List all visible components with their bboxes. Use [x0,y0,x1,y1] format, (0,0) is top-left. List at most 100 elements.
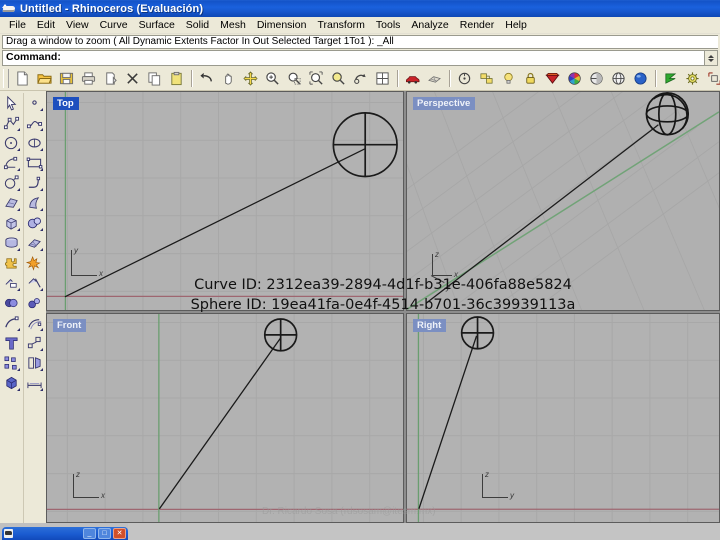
explode-icon[interactable] [24,253,45,273]
arc-icon[interactable] [1,153,22,173]
viewport-perspective[interactable]: z x y Perspective [406,91,720,311]
dimension-icon[interactable] [24,373,45,393]
command-input[interactable]: Command: [2,50,705,66]
surface-from-curves-icon[interactable] [1,193,22,213]
circle-icon[interactable] [1,133,22,153]
viewport-label-top[interactable]: Top [53,97,79,110]
copy-icon[interactable] [144,68,165,89]
curve-blend-icon[interactable] [24,173,45,193]
array-icon[interactable] [1,353,22,373]
menu-item-solid[interactable]: Solid [181,18,215,33]
point-icon[interactable] [24,93,45,113]
layer-icon[interactable] [476,68,497,89]
ellipse-center-icon[interactable] [24,133,45,153]
fillet-curve-icon[interactable] [1,313,22,333]
viewport-front[interactable]: z x Front [46,313,404,523]
close-button[interactable]: ✕ [113,528,126,539]
cut-icon[interactable] [100,68,121,89]
color-wheel-icon[interactable] [564,68,585,89]
surface-patch-icon[interactable] [24,233,45,253]
pan-hand-icon[interactable] [218,68,239,89]
background-window-buttons: _ □ ✕ [83,528,126,539]
box-solid-icon[interactable] [1,213,22,233]
move-arrows-icon[interactable] [240,68,261,89]
bottom-right-strip [128,523,720,540]
minimize-button[interactable]: _ [83,528,96,539]
viewport-label-perspective[interactable]: Perspective [413,97,476,110]
surface-loft-icon[interactable] [24,193,45,213]
bounding-box-icon[interactable] [704,68,720,89]
grid-snap-icon[interactable] [372,68,393,89]
mirror-icon[interactable] [24,353,45,373]
puzzle-boolean-icon[interactable] [1,253,22,273]
select-arrow-icon[interactable] [1,93,22,113]
split-icon[interactable] [24,273,45,293]
menu-item-view[interactable]: View [61,18,95,33]
menu-item-mesh[interactable]: Mesh [215,18,252,33]
menu-item-dimension[interactable]: Dimension [252,18,313,33]
trim-icon[interactable] [1,273,22,293]
rectangle-icon[interactable] [24,153,45,173]
command-area: Drag a window to zoom ( All Dynamic Exte… [0,34,720,66]
paste-icon[interactable] [166,68,187,89]
main-toolbar: ? [0,66,720,91]
osnap-icon[interactable] [454,68,475,89]
menu-item-curve[interactable]: Curve [95,18,134,33]
ellipse-icon[interactable] [1,173,22,193]
viewport-label-front[interactable]: Front [53,319,87,332]
axis-label-y: y [446,283,450,292]
menu-item-render[interactable]: Render [455,18,500,33]
zoom-previous-icon[interactable] [350,68,371,89]
delete-x-icon[interactable] [122,68,143,89]
car-render-icon[interactable] [402,68,423,89]
command-history-line: Drag a window to zoom ( All Dynamic Exte… [2,35,718,49]
boolean-difference-icon[interactable] [24,293,45,313]
menu-item-analyze[interactable]: Analyze [406,18,454,33]
new-file-icon[interactable] [12,68,33,89]
save-file-icon[interactable] [56,68,77,89]
lock-icon[interactable] [520,68,541,89]
viewport-top[interactable]: y x Top [46,91,404,311]
zoom-selected-icon[interactable] [328,68,349,89]
menu-item-tools[interactable]: Tools [371,18,407,33]
undo-icon[interactable] [196,68,217,89]
menu-item-file[interactable]: File [4,18,32,33]
scale-icon[interactable] [24,333,45,353]
background-window-titlebar[interactable]: _ □ ✕ [2,527,128,540]
maximize-button[interactable]: □ [98,528,111,539]
menu-item-transform[interactable]: Transform [312,18,370,33]
command-scroll-spinner[interactable] [705,50,718,66]
title-bar: Untitled - Rhinoceros (Evaluación) [0,0,720,17]
menu-item-surface[interactable]: Surface [134,18,181,33]
open-file-icon[interactable] [34,68,55,89]
offset-curve-icon[interactable] [24,313,45,333]
render-preview-icon[interactable] [608,68,629,89]
light-bulb-icon[interactable] [498,68,519,89]
text-tool-icon[interactable] [1,333,22,353]
toolbar-separator [191,69,193,87]
boolean-union-icon[interactable] [1,293,22,313]
toolbar-separator-2 [397,69,399,87]
options-gear-icon[interactable] [682,68,703,89]
viewport-right[interactable]: z y Right [406,313,720,523]
zoom-in-icon[interactable] [262,68,283,89]
curve-interpolate-icon[interactable] [24,113,45,133]
sphere-shaded-icon[interactable] [630,68,651,89]
mesh-render-icon[interactable] [424,68,445,89]
polyline-icon[interactable] [1,113,22,133]
axis-label-z: z [435,250,439,259]
menu-item-edit[interactable]: Edit [32,18,61,33]
sphere-solid-icon[interactable] [24,213,45,233]
print-icon[interactable] [78,68,99,89]
render-cube-icon[interactable] [1,373,22,393]
material-icon[interactable] [542,68,563,89]
zoom-window-icon[interactable] [284,68,305,89]
flag-icon[interactable] [660,68,681,89]
menu-item-help[interactable]: Help [500,18,533,33]
viewport-label-right[interactable]: Right [413,319,447,332]
cylinder-solid-icon[interactable] [1,233,22,253]
toolbar-grip[interactable] [3,68,9,88]
shade-icon[interactable] [586,68,607,89]
toolbar-separator-4 [655,69,657,87]
zoom-extents-icon[interactable] [306,68,327,89]
